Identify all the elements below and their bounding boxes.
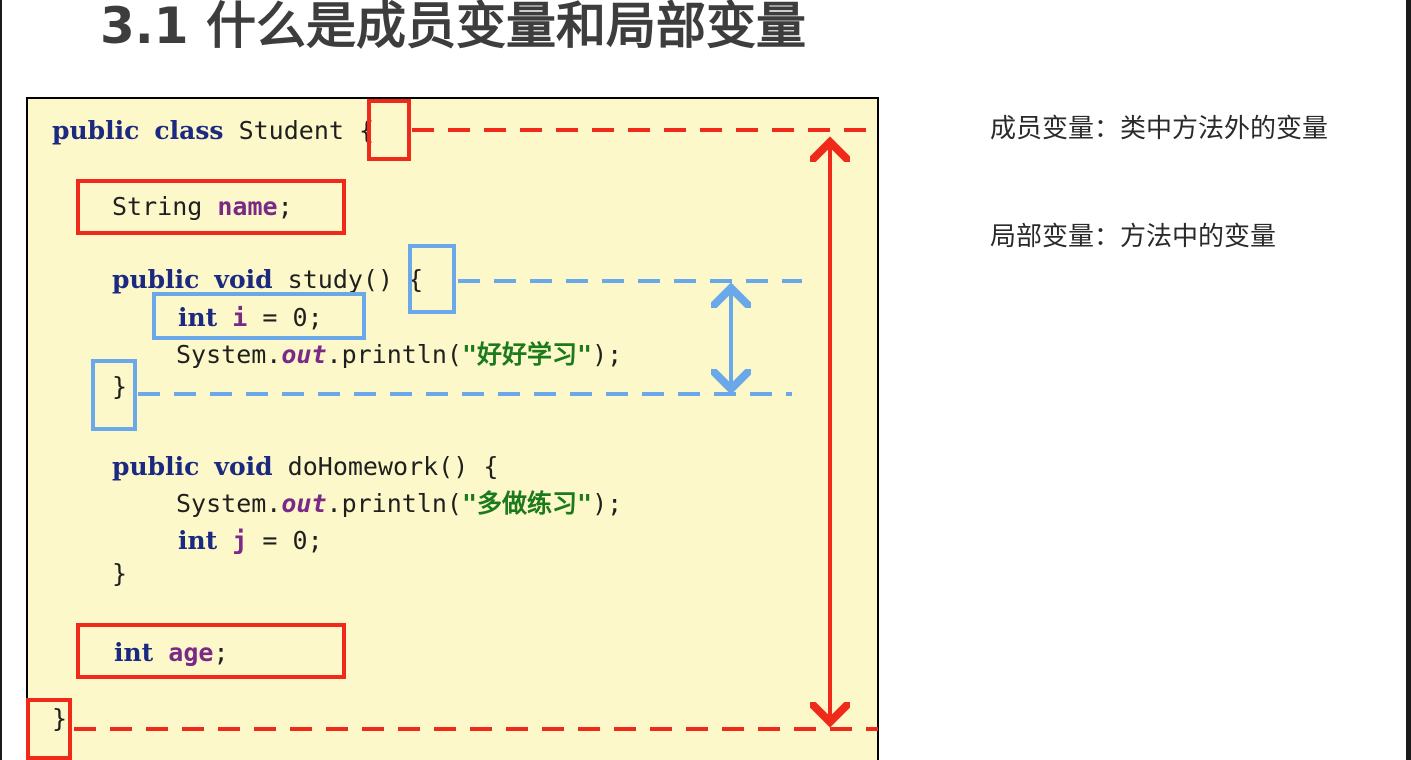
code-line-close-dohomework: }: [112, 559, 127, 589]
method-signature: study(): [287, 265, 394, 294]
code-line-class-declaration: public class Student {: [52, 116, 374, 146]
class-name: Student: [238, 116, 344, 145]
method-open-brace: {: [483, 452, 499, 481]
string-literal: "多做练习": [461, 489, 593, 518]
static-field: out: [281, 489, 327, 518]
code-line-method-study: public void study() {: [112, 265, 423, 295]
member-variable: name: [217, 192, 278, 221]
string-literal: "好好学习": [461, 340, 593, 369]
keyword: public: [112, 265, 200, 294]
class-close-brace: }: [52, 704, 68, 733]
keyword: class: [154, 116, 224, 145]
keyword: public: [112, 452, 200, 481]
code-line-method-dohomework: public void doHomework() {: [112, 452, 498, 482]
code-line-close-study: }: [112, 372, 127, 402]
keyword: void: [214, 265, 273, 294]
method-close-brace: }: [112, 372, 128, 401]
keyword: int: [178, 303, 218, 332]
method-close-brace: }: [112, 559, 128, 588]
code-line-println-homework: System.out.println("多做练习");: [176, 489, 623, 518]
static-field: out: [281, 340, 327, 369]
method-open-brace: {: [408, 265, 424, 294]
code-line-close-class: }: [52, 704, 67, 734]
local-variable: i: [232, 303, 248, 332]
keyword: void: [214, 452, 273, 481]
slide-title: 3.1 什么是成员变量和局部变量: [100, 0, 806, 55]
slide: 3.1 什么是成员变量和局部变量 public class Student { …: [2, 0, 1406, 760]
local-variable-definition: 局部变量：方法中的变量: [990, 222, 1277, 252]
code-line-local-i: int i = 0;: [178, 303, 323, 332]
type-name: String: [112, 192, 203, 221]
code-line-println-study: System.out.println("好好学习");: [176, 340, 623, 369]
code-block: public class Student { String name; publ…: [26, 97, 879, 760]
code-line-field-age: int age;: [114, 638, 229, 667]
keyword: int: [178, 526, 218, 555]
member-variable-definition: 成员变量：类中方法外的变量: [990, 114, 1329, 144]
code-line-local-j: int j = 0;: [178, 526, 323, 555]
keyword: int: [114, 638, 154, 667]
member-variable: age: [168, 638, 214, 667]
local-variable: j: [232, 526, 248, 555]
keyword: public: [52, 116, 140, 145]
code-line-field-name: String name;: [112, 192, 293, 221]
method-signature: doHomework(): [287, 452, 469, 481]
class-open-brace: {: [358, 116, 375, 145]
